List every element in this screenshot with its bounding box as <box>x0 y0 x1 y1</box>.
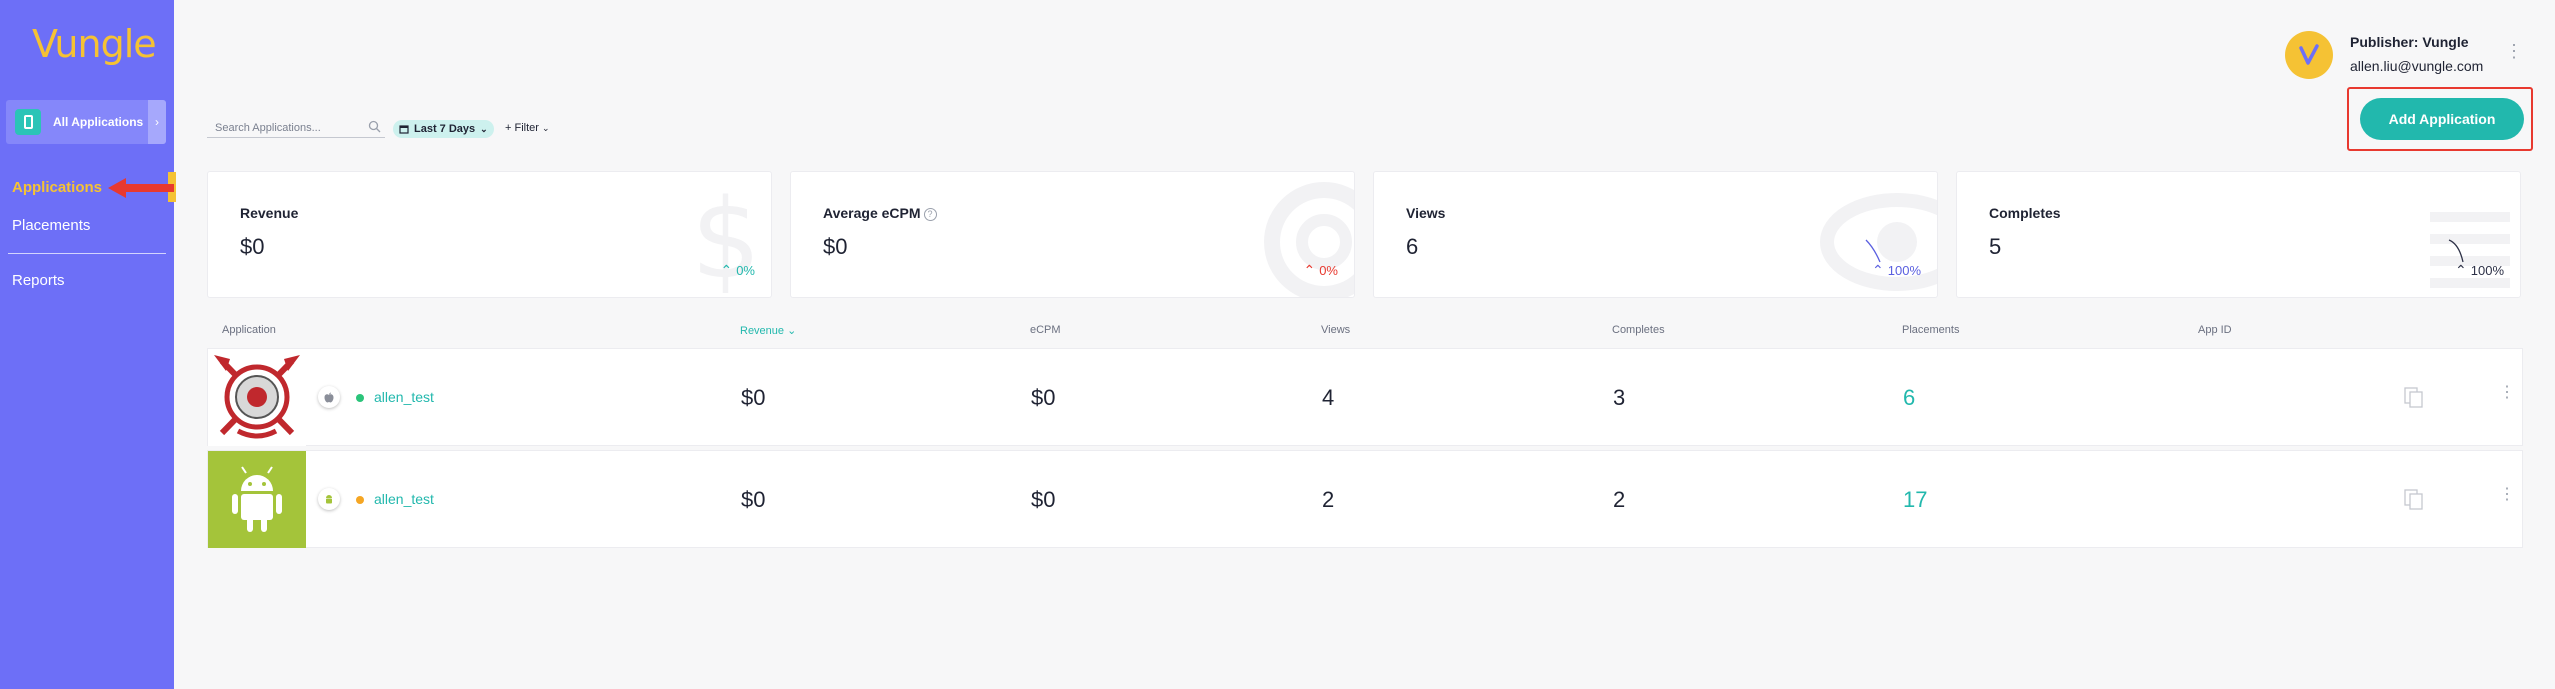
completes-cell: 3 <box>1613 385 1626 410</box>
app-name-link[interactable]: allen_test <box>374 389 434 405</box>
status-dot <box>356 394 364 402</box>
fire-emblem-icon <box>208 349 306 446</box>
column-header-app-id[interactable]: App ID <box>2198 324 2232 336</box>
arrow-up-icon: ⌃ <box>720 262 733 278</box>
eye-icon <box>1820 193 1937 291</box>
annotation-arrow-icon <box>108 178 174 198</box>
list-icon <box>2430 212 2510 288</box>
filter-button[interactable]: + Filter ⌄ <box>505 122 550 134</box>
sidebar-item-applications[interactable]: Applications <box>12 179 102 196</box>
stat-card-views: Views 6 ⌃ 100% <box>1373 171 1938 298</box>
stat-change-value: 100% <box>2470 263 2504 278</box>
date-range-label: Last 7 Days <box>414 123 476 135</box>
app-thumbnail <box>208 349 306 446</box>
stat-title: Revenue <box>240 205 299 221</box>
stat-title: Average eCPM? <box>823 205 937 221</box>
help-icon[interactable]: ? <box>923 207 937 221</box>
arrow-up-icon: ⌃ <box>1303 262 1316 278</box>
table-header: Application Revenue ⌄ eCPM Views Complet… <box>207 322 2523 342</box>
publisher-avatar[interactable] <box>2285 31 2333 79</box>
row-menu-icon[interactable]: ⋮ <box>2499 487 2515 503</box>
table-row[interactable]: allen_test $0 $0 4 3 6 ⋮ <box>207 348 2523 446</box>
stat-change: ⌃ 100% <box>2455 262 2504 279</box>
app-thumbnail <box>208 451 306 548</box>
apple-icon <box>318 386 340 408</box>
app-switcher-label: All Applications <box>53 115 144 129</box>
svg-text:$: $ <box>691 175 761 298</box>
sidebar-item-reports[interactable]: Reports <box>12 272 65 289</box>
stat-value: 6 <box>1406 234 1419 259</box>
stat-card-revenue: $ Revenue $0 ⌃ 0% <box>207 171 772 298</box>
copy-icon[interactable] <box>2404 387 2424 409</box>
arrow-up-icon: ⌃ <box>1872 262 1884 278</box>
account-email: allen.liu@vungle.com <box>2350 58 2484 74</box>
search-box <box>207 118 385 138</box>
app-switcher[interactable]: All Applications › <box>6 100 166 144</box>
stat-value: $0 <box>240 234 265 259</box>
completes-cell: 2 <box>1613 487 1626 512</box>
column-header-label: Revenue <box>740 325 785 337</box>
sidebar-divider <box>8 253 166 254</box>
stat-change: ⌃ 0% <box>720 262 755 279</box>
stat-value: 5 <box>1989 234 2002 259</box>
views-cell: 2 <box>1322 487 1335 512</box>
vungle-v-icon <box>2299 44 2319 65</box>
ecpm-cell: $0 <box>1031 487 1056 512</box>
chevron-down-icon: ⌄ <box>787 325 797 337</box>
placements-link[interactable]: 6 <box>1903 385 1915 411</box>
column-header-views[interactable]: Views <box>1321 324 1350 336</box>
views-cell: 4 <box>1322 385 1335 410</box>
chevron-right-icon[interactable]: › <box>148 100 166 144</box>
ecpm-cell: $0 <box>1031 385 1056 410</box>
phone-icon <box>15 109 41 135</box>
revenue-cell: $0 <box>741 487 766 512</box>
publisher-name: Publisher: Vungle <box>2350 34 2469 50</box>
arrow-up-icon: ⌃ <box>2455 262 2467 278</box>
sidebar: Vungle All Applications › Applications P… <box>0 0 174 689</box>
dollar-icon: $ <box>691 175 761 298</box>
column-header-application[interactable]: Application <box>222 324 276 336</box>
search-icon[interactable] <box>368 120 381 133</box>
add-application-button[interactable]: Add Application <box>2360 98 2524 140</box>
placements-link[interactable]: 17 <box>1903 487 1927 513</box>
android-icon <box>208 451 306 548</box>
stat-change-value: 0% <box>1319 263 1338 278</box>
sidebar-item-placements[interactable]: Placements <box>12 217 90 234</box>
revenue-cell: $0 <box>741 385 766 410</box>
chevron-down-icon: ⌄ <box>480 123 488 134</box>
date-range-select[interactable]: Last 7 Days ⌄ <box>393 120 494 138</box>
vungle-logo[interactable]: Vungle <box>32 22 157 66</box>
stat-change: ⌃ 100% <box>1872 262 1921 279</box>
stat-value: $0 <box>823 234 848 259</box>
table-row[interactable]: allen_test $0 $0 2 2 17 ⋮ <box>207 450 2523 548</box>
stat-change-value: 0% <box>736 263 755 278</box>
stat-card-ecpm: Average eCPM? $0 ⌃ 0% <box>790 171 1355 298</box>
account-menu-icon[interactable]: ⋮ <box>2505 42 2523 60</box>
stat-card-completes: Completes 5 ⌃ 100% <box>1956 171 2521 298</box>
stat-change-value: 100% <box>1887 263 1921 278</box>
stat-change: ⌃ 0% <box>1303 262 1338 279</box>
stat-title-text: Average eCPM <box>823 205 921 221</box>
filter-label: + Filter <box>505 122 539 134</box>
stat-title: Completes <box>1989 205 2061 221</box>
gauge-icon <box>1264 182 1354 297</box>
app-name-link[interactable]: allen_test <box>374 491 434 507</box>
column-header-completes[interactable]: Completes <box>1612 324 1665 336</box>
search-input[interactable] <box>207 122 357 134</box>
stat-title: Views <box>1406 205 1446 221</box>
row-menu-icon[interactable]: ⋮ <box>2499 385 2515 401</box>
column-header-placements[interactable]: Placements <box>1902 324 1959 336</box>
status-dot <box>356 496 364 504</box>
column-header-ecpm[interactable]: eCPM <box>1030 324 1061 336</box>
android-platform-icon <box>318 488 340 510</box>
column-header-revenue[interactable]: Revenue ⌄ <box>740 324 796 337</box>
chevron-down-icon: ⌄ <box>542 123 550 133</box>
copy-icon[interactable] <box>2404 489 2424 511</box>
calendar-icon <box>399 125 409 134</box>
